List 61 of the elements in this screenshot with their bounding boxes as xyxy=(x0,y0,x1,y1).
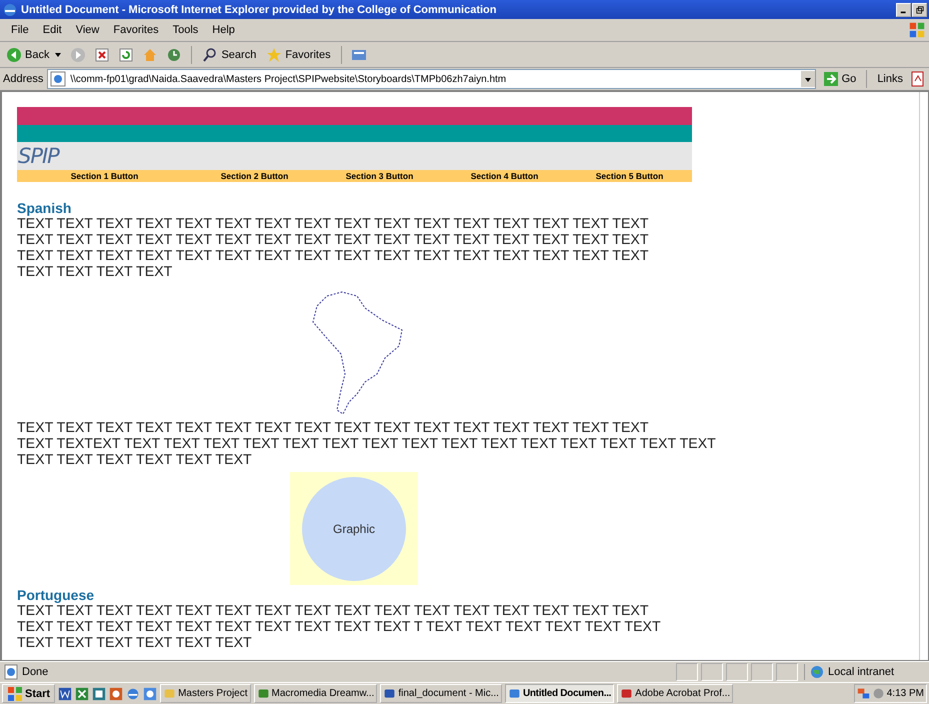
search-button[interactable]: Search xyxy=(199,46,260,64)
page-icon xyxy=(910,71,926,87)
app-icon xyxy=(256,687,270,700)
menu-item[interactable]: Favorites xyxy=(106,24,166,36)
arrow-icon xyxy=(822,71,839,87)
page-icon xyxy=(3,664,19,680)
taskbar-button[interactable]: final_document - Mic... xyxy=(380,684,502,703)
menu-item[interactable]: Help xyxy=(205,24,242,36)
app-icon xyxy=(508,687,521,700)
refresh-icon[interactable] xyxy=(118,46,134,62)
back-button[interactable]: Back xyxy=(3,46,64,64)
caret-icon xyxy=(55,52,62,56)
restore-button[interactable] xyxy=(912,2,927,16)
body-text: TEXT TEXT TEXT TEXT TEXT TEXT TEXT TEXT TEXT TEXT TEXT TEXT TEXT TEXT TEXT TEXT TEXT TEXT TEXT TEXT TEXT TEXT TEXT TEXT TEXT TEXT T TEXT TEXT TEXT TEXT TEXT TEXT TEXT TEXT TEXT TEXT TEXT TEXT xyxy=(17,603,661,651)
clock-icon xyxy=(872,687,885,700)
app-icon xyxy=(620,687,634,700)
body-text: TEXT TEXT TEXT TEXT TEXT TEXT TEXT TEXT TEXT TEXT TEXT TEXT TEXT TEXT TEXT TEXT TEXT TEXT TEXT TEXT TEXT TEXT TEXT TEXT TEXT TEXT TEXT TEXT TEXT TEXT TEXT TEXT TEXT TEXT TEXT TEXT TEXT TEXT TEXT TEXT TEXT TEXT TEXT TEXT TEXT TEXT TEXT TEXT TEXT TEXT TEXT TEXT xyxy=(17,216,649,280)
links-button[interactable]: Links xyxy=(874,72,906,86)
taskbar-button[interactable]: Macromedia Dreamw... xyxy=(254,684,378,703)
star-icon xyxy=(266,46,282,62)
menu-item[interactable]: File xyxy=(4,24,36,36)
section-heading: Spanish xyxy=(17,200,72,216)
search-icon xyxy=(202,46,218,62)
address-label: Address xyxy=(3,73,44,85)
history-icon[interactable] xyxy=(166,46,182,62)
body-text: TEXT TEXT TEXT TEXT TEXT TEXT TEXT TEXT TEXT TEXT TEXT TEXT TEXT TEXT TEXT TEXT TEXT TEXTEXT TEXT TEXT TEXT TEXT TEXT TEXT TEXT TEXT TEXT TEXT TEXT TEXT TEXT TEXT TEXT TEXT TEXT TEXT TEXT TEXT TEXT xyxy=(17,420,716,468)
menu-item[interactable]: View xyxy=(68,24,106,36)
dropdown-icon[interactable] xyxy=(800,71,815,87)
restore-icon xyxy=(916,6,924,14)
page-icon xyxy=(50,71,66,87)
clock-text: 4:13 PM xyxy=(886,688,924,699)
nav-link[interactable]: Section 3 Button xyxy=(317,171,442,181)
taskbar-button[interactable]: Untitled Documen... xyxy=(504,684,614,703)
taskbar-button[interactable]: Masters Project xyxy=(160,684,251,703)
go-button[interactable]: Go xyxy=(820,70,860,88)
stop-icon[interactable] xyxy=(94,46,110,62)
start-button[interactable]: Start xyxy=(2,684,56,703)
network-icon xyxy=(856,687,870,700)
app-icon xyxy=(383,687,396,700)
spreadsheet-icon[interactable] xyxy=(75,686,90,700)
favorites-button[interactable]: Favorites xyxy=(263,46,334,64)
address-field[interactable]: \\comm-fp01\grad\Naida.Saavedra\Masters Project\SPIPwebsite\Storyboards\TMPb06zh7aiyn.htm xyxy=(47,69,816,89)
menu-item[interactable]: Edit xyxy=(36,24,69,36)
nav-link[interactable]: Section 5 Button xyxy=(567,171,692,181)
taskbar-button[interactable]: Adobe Acrobat Prof... xyxy=(617,684,734,703)
globe-icon xyxy=(809,664,825,680)
window-title: Untitled Document - Microsoft Internet Explorer provided by the College of Communication xyxy=(21,4,498,16)
windows-logo-icon xyxy=(907,21,927,39)
section-heading: Portuguese xyxy=(17,587,94,603)
site-logo: SPIP xyxy=(17,144,59,168)
nav-link[interactable]: Section 2 Button xyxy=(192,171,317,181)
nav-link[interactable]: Section 4 Button xyxy=(442,171,567,181)
windows-logo-icon xyxy=(7,686,23,702)
word-icon[interactable] xyxy=(58,686,72,700)
graphic-label: Graphic xyxy=(332,522,376,536)
app-icon xyxy=(163,687,176,700)
minimize-button[interactable] xyxy=(896,2,911,16)
nav-link[interactable]: Section 1 Button xyxy=(17,171,192,181)
zone-text: Local intranet xyxy=(828,666,894,678)
menu-item[interactable]: Tools xyxy=(166,24,206,36)
status-text: Done xyxy=(22,666,48,678)
